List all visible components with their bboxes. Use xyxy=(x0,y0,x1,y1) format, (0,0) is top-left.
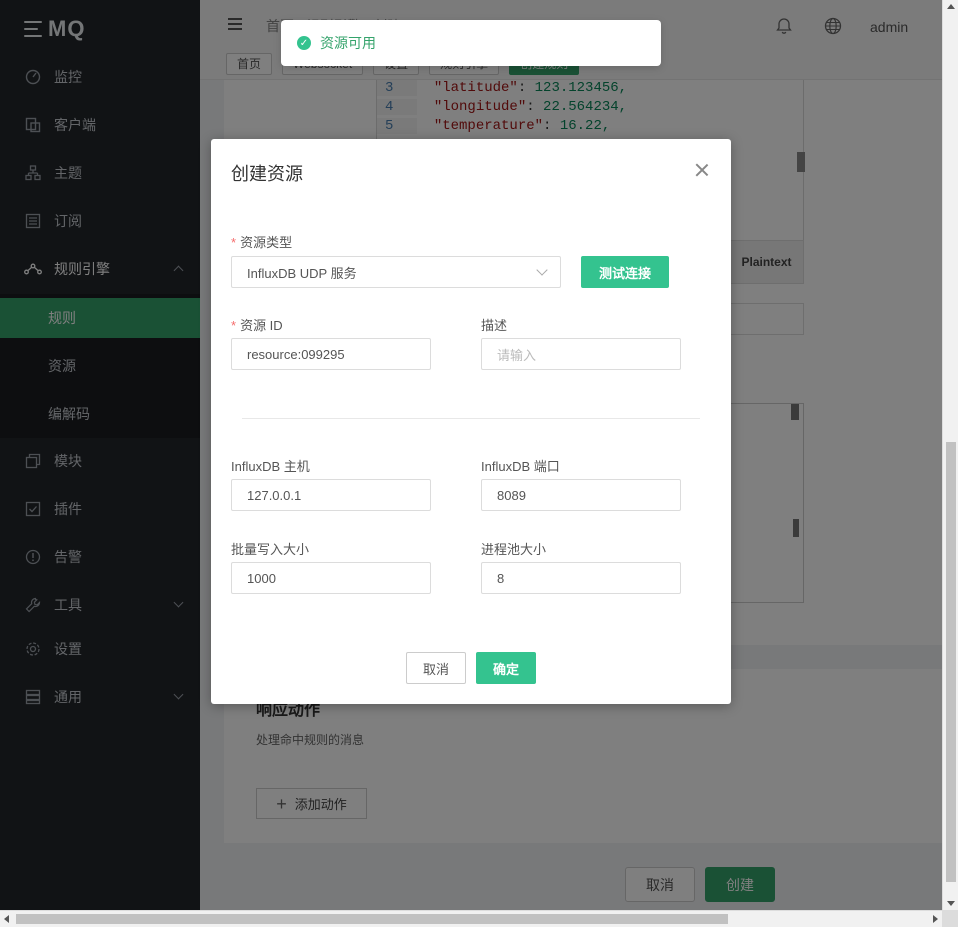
scroll-right-icon[interactable] xyxy=(933,915,938,923)
confirm-button[interactable]: 确定 xyxy=(476,652,536,684)
horizontal-scrollbar[interactable] xyxy=(0,910,942,927)
description-input[interactable]: 请输入 xyxy=(481,338,681,370)
scrollbar-corner xyxy=(942,910,958,927)
description-label: 描述 xyxy=(481,318,508,333)
test-connection-button[interactable]: 测试连接 xyxy=(581,256,669,288)
pool-size-label: 进程池大小 xyxy=(481,542,547,557)
host-label: InfluxDB 主机 xyxy=(231,459,310,474)
batch-size-label: 批量写入大小 xyxy=(231,542,310,557)
resource-id-label: * 资源 ID xyxy=(231,318,283,333)
resource-type-select[interactable]: InfluxDB UDP 服务 xyxy=(231,256,561,288)
pool-size-input[interactable]: 8 xyxy=(481,562,681,594)
resource-type-label: * 资源类型 xyxy=(231,235,293,250)
create-resource-dialog: 创建资源 * 资源类型 InfluxDB UDP 服务 测试连接 * 资源 ID r… xyxy=(211,139,731,704)
divider xyxy=(242,418,700,419)
scroll-thumb[interactable] xyxy=(16,914,728,924)
port-label: InfluxDB 端口 xyxy=(481,459,560,474)
chevron-down-icon xyxy=(536,264,548,276)
scroll-down-icon[interactable] xyxy=(947,901,955,906)
cancel-button[interactable]: 取消 xyxy=(406,652,466,684)
scroll-left-icon[interactable] xyxy=(4,915,9,923)
check-circle-icon: ✓ xyxy=(297,36,311,50)
host-input[interactable]: 127.0.0.1 xyxy=(231,479,431,511)
close-icon[interactable] xyxy=(695,163,709,177)
resource-id-input[interactable]: resource:099295 xyxy=(231,338,431,370)
scroll-up-icon[interactable] xyxy=(947,4,955,9)
port-input[interactable]: 8089 xyxy=(481,479,681,511)
vertical-scrollbar[interactable] xyxy=(942,0,958,910)
dialog-title: 创建资源 xyxy=(231,164,303,184)
success-toast: ✓ 资源可用 xyxy=(281,20,661,66)
scroll-thumb[interactable] xyxy=(946,442,956,882)
batch-size-input[interactable]: 1000 xyxy=(231,562,431,594)
